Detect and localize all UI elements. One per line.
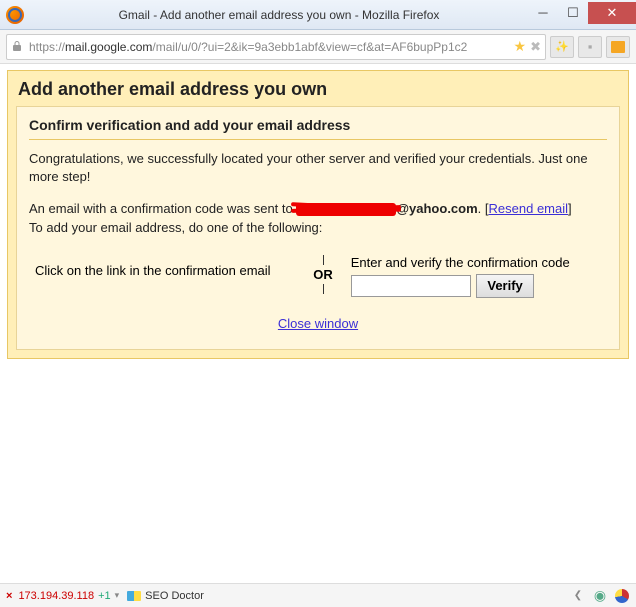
url-clear-icon[interactable]: ✖ [530, 39, 541, 55]
url-bar: https://mail.google.com/mail/u/0/?ui=2&i… [0, 30, 636, 64]
panel-body: Confirm verification and add your email … [16, 106, 620, 350]
url-input[interactable]: https://mail.google.com/mail/u/0/?ui=2&i… [6, 34, 546, 60]
seo-doctor-label[interactable]: SEO Doctor [145, 590, 204, 602]
verification-code-input[interactable] [351, 275, 471, 297]
main-panel: Add another email address you own Confir… [7, 70, 629, 359]
window-titlebar: Gmail - Add another email address you ow… [0, 0, 636, 30]
sent-prefix: An email with a confirmation code was se… [29, 201, 296, 216]
verify-label: Enter and verify the confirmation code [351, 255, 607, 270]
instruction-block: An email with a confirmation code was se… [29, 200, 607, 236]
toolbar-separator-button[interactable]: ▪ [578, 36, 602, 58]
status-pie-icon[interactable] [614, 588, 630, 604]
close-button[interactable]: ✕ [588, 2, 636, 24]
options-row: Click on the link in the confirmation em… [29, 251, 607, 298]
close-row: Close window [29, 316, 607, 331]
option-left: Click on the link in the confirmation em… [29, 251, 305, 298]
window-title: Gmail - Add another email address you ow… [30, 8, 528, 22]
status-plus: +1 [98, 590, 111, 602]
minimize-button[interactable]: ─ [528, 2, 558, 24]
status-globe-icon[interactable]: ◉ [592, 588, 608, 604]
status-ip[interactable]: 173.194.39.118 [18, 590, 94, 602]
bookmark-star-icon[interactable]: ★ [514, 38, 527, 55]
status-bar: × 173.194.39.118 +1 ▾ SEO Doctor ❮ ◉ [0, 583, 636, 607]
option-right: Enter and verify the confirmation code V… [341, 251, 607, 298]
or-separator: OR [305, 251, 341, 298]
status-close-icon[interactable]: × [6, 590, 12, 602]
close-window-link[interactable]: Close window [278, 316, 358, 331]
redacted-email [296, 203, 396, 216]
panel-title: Add another email address you own [8, 71, 628, 106]
toolbar-wand-button[interactable]: ✨ [550, 36, 574, 58]
add-line: To add your email address, do one of the… [29, 220, 322, 235]
email-suffix: @yahoo.com [396, 201, 477, 216]
verify-button[interactable]: Verify [476, 274, 533, 298]
url-text: https://mail.google.com/mail/u/0/?ui=2&i… [29, 40, 514, 54]
maximize-button[interactable]: ☐ [558, 2, 588, 24]
page-content: Add another email address you own Confir… [0, 64, 636, 583]
toolbar-extension-button[interactable] [606, 36, 630, 58]
resend-email-link[interactable]: Resend email [489, 201, 569, 216]
seo-doctor-icon [127, 591, 141, 601]
status-dropdown-icon[interactable]: ▾ [115, 590, 120, 601]
congrats-text: Congratulations, we successfully located… [29, 150, 607, 186]
lock-icon [11, 40, 25, 54]
firefox-icon [6, 6, 24, 24]
status-chevron-icon[interactable]: ❮ [570, 588, 586, 604]
panel-subtitle: Confirm verification and add your email … [29, 117, 607, 140]
window-buttons: ─ ☐ ✕ [528, 6, 636, 24]
